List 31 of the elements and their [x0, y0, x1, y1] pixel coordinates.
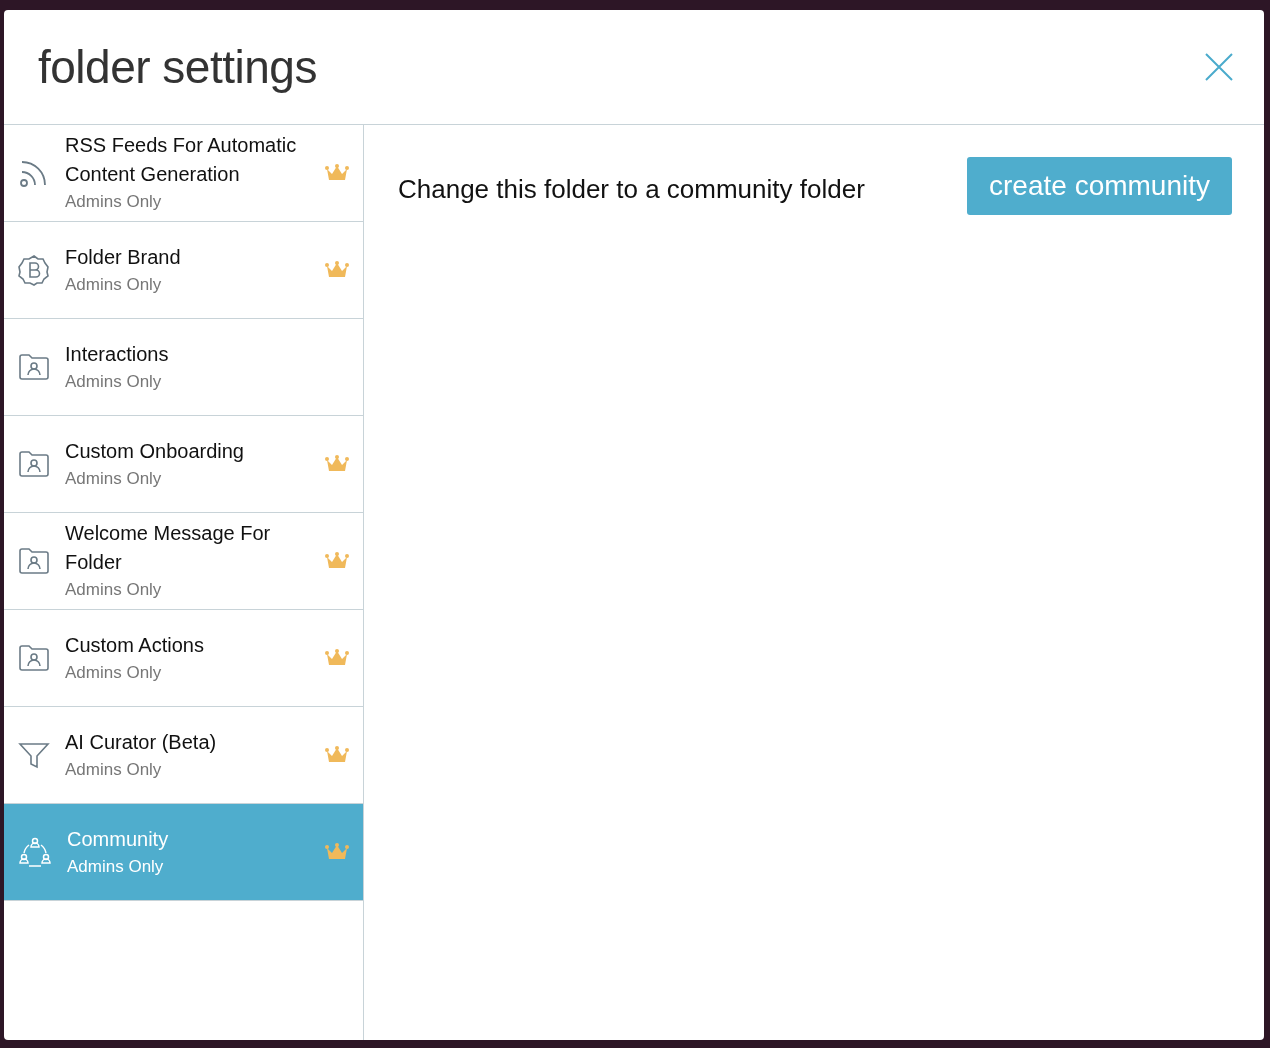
folder-person-icon: [18, 353, 50, 381]
badge-b-icon: [18, 254, 50, 286]
item-subtitle: Admins Only: [65, 579, 162, 601]
item-title: Community: [67, 826, 169, 852]
dialog-title: folder settings: [38, 40, 317, 94]
item-title: RSS Feeds For Automatic Content Generation: [65, 133, 298, 187]
item-title: Custom Onboarding: [65, 438, 244, 464]
settings-menu-item[interactable]: Folder Brand Admins Only: [4, 222, 363, 319]
item-title: Folder Brand: [65, 244, 181, 270]
folder-person-icon: [18, 644, 50, 672]
settings-menu-item[interactable]: RSS Feeds For Automatic Content Generation Admins Only: [4, 125, 363, 222]
settings-menu-item[interactable]: Welcome Message For Folder Admins Only: [4, 513, 363, 610]
community-description: Change this folder to a community folder: [398, 174, 865, 205]
item-title: Custom Actions: [65, 632, 204, 658]
item-title: AI Curator (Beta): [65, 729, 217, 755]
folder-person-icon: [18, 547, 50, 575]
item-title: Interactions: [65, 341, 169, 367]
item-subtitle: Admins Only: [65, 273, 162, 296]
settings-menu-item[interactable]: Custom Onboarding Admins Only: [4, 416, 363, 513]
item-subtitle: Admins Only: [65, 467, 162, 490]
item-subtitle: Admins Only: [65, 661, 162, 684]
folder-person-icon: [18, 450, 50, 478]
item-subtitle: Admins Only: [67, 855, 164, 878]
item-title: Welcome Message For Folder: [65, 521, 272, 575]
community-icon: [18, 835, 52, 869]
settings-menu-item[interactable]: Custom Actions Admins Only: [4, 610, 363, 707]
item-subtitle: Admins Only: [65, 758, 162, 781]
item-subtitle: Admins Only: [65, 191, 162, 213]
settings-menu-item[interactable]: Interactions Admins Only: [4, 319, 363, 416]
close-icon[interactable]: [1204, 52, 1234, 82]
item-subtitle: Admins Only: [65, 370, 162, 393]
